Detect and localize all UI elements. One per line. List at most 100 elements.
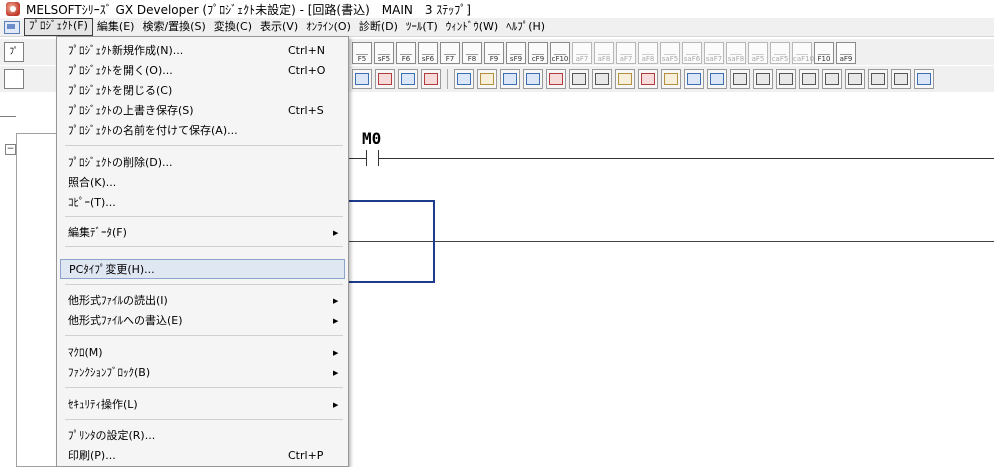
function-key-label: caF5: [771, 55, 789, 63]
menu-item-print[interactable]: 印刷(P)... Ctrl+P: [57, 446, 348, 466]
function-key-button[interactable]: sF9: [506, 42, 526, 64]
ladder-editor-area[interactable]: [348, 108, 994, 465]
function-key-button[interactable]: F7: [440, 42, 460, 64]
search-icon[interactable]: [822, 69, 842, 89]
menu-edit[interactable]: 編集(E): [93, 19, 139, 35]
step-next-icon[interactable]: [868, 69, 888, 89]
function-key-button[interactable]: aF8: [594, 42, 614, 64]
collapse-icon[interactable]: −: [5, 144, 16, 155]
buffer-icon[interactable]: [753, 69, 773, 89]
menu-view[interactable]: 表示(V): [256, 19, 302, 35]
function-key-label: F7: [445, 55, 455, 63]
menu-convert[interactable]: 変換(C): [210, 19, 256, 35]
monitor-stop-icon[interactable]: [546, 69, 566, 89]
title-bar: MELSOFTｼﾘｰｽﾞ GX Developer (ﾌﾟﾛｼﾞｪｸﾄ未設定) …: [0, 0, 994, 18]
function-key-button[interactable]: saF7: [704, 42, 724, 64]
function-key-button[interactable]: sF6: [418, 42, 438, 64]
menu-item-label: ﾌﾟﾛｼﾞｪｸﾄを開く(O)...: [68, 64, 173, 77]
monitor-start-icon[interactable]: [523, 69, 543, 89]
menu-window[interactable]: ｳｨﾝﾄﾞｳ(W): [442, 19, 502, 35]
function-key-button[interactable]: saF8: [726, 42, 746, 64]
app-icon[interactable]: [6, 2, 20, 16]
write-plc-icon[interactable]: [477, 69, 497, 89]
step-prev-icon[interactable]: [891, 69, 911, 89]
menu-item-macro[interactable]: ﾏｸﾛ(M) ▶: [57, 343, 348, 363]
function-key-button[interactable]: aF7: [572, 42, 592, 64]
function-key-button[interactable]: caF10: [792, 42, 814, 64]
menu-diagnostics[interactable]: 診断(D): [355, 19, 402, 35]
function-key-button[interactable]: F9: [484, 42, 504, 64]
function-key-button[interactable]: F8: [462, 42, 482, 64]
menu-item-label: ﾌﾟﾛｼﾞｪｸﾄを閉じる(C): [68, 84, 173, 97]
function-key-label: saF7: [705, 55, 723, 63]
ladder-symbol-icon: [598, 44, 610, 55]
menu-item-copy[interactable]: ｺﾋﾟｰ(T)...: [57, 193, 348, 213]
menu-item-save-project[interactable]: ﾌﾟﾛｼﾞｪｸﾄの上書き保存(S) Ctrl+S: [57, 101, 348, 121]
statement-icon[interactable]: [638, 69, 658, 89]
zoom-in-icon[interactable]: [352, 69, 372, 89]
menu-help[interactable]: ﾍﾙﾌﾟ(H): [502, 19, 549, 35]
function-key-button[interactable]: saF5: [660, 42, 680, 64]
menu-online[interactable]: ｵﾝﾗｲﾝ(O): [302, 19, 355, 35]
menu-item-open-project[interactable]: ﾌﾟﾛｼﾞｪｸﾄを開く(O)... Ctrl+O: [57, 61, 348, 81]
menu-item-read-other-format[interactable]: 他形式ﾌｧｲﾙの読出(I) ▶: [57, 291, 348, 311]
ladder-symbol-icon: [664, 44, 676, 55]
function-key-label: cF9: [531, 55, 545, 63]
project-combo[interactable]: ﾌﾟ: [4, 42, 24, 62]
menu-item-change-pc-type[interactable]: PCﾀｲﾌﾟ変更(H)...: [60, 259, 345, 279]
function-key-button[interactable]: saF6: [682, 42, 702, 64]
menu-find-replace[interactable]: 検索/置換(S): [138, 19, 209, 35]
ladder-icon[interactable]: [684, 69, 704, 89]
menu-item-security[interactable]: ｾｷｭﾘﾃｨ操作(L) ▶: [57, 395, 348, 415]
function-key-label: sF6: [421, 55, 435, 63]
project-tree-panel[interactable]: [16, 133, 60, 467]
menu-item-write-other-format[interactable]: 他形式ﾌｧｲﾙへの書込(E) ▶: [57, 311, 348, 331]
function-key-label: F10: [817, 55, 831, 63]
window-tile-icon[interactable]: [776, 69, 796, 89]
function-key-button[interactable]: aF7: [616, 42, 636, 64]
menu-item-function-block[interactable]: ﾌｧﾝｸｼｮﾝﾌﾞﾛｯｸ(B) ▶: [57, 363, 348, 383]
function-key-button[interactable]: F10: [814, 42, 834, 64]
ladder-symbol-icon: [708, 44, 720, 55]
function-key-button[interactable]: caF5: [770, 42, 790, 64]
function-key-button[interactable]: F5: [352, 42, 372, 64]
program-icon[interactable]: [592, 69, 612, 89]
menu-item-close-project[interactable]: ﾌﾟﾛｼﾞｪｸﾄを閉じる(C): [57, 81, 348, 101]
function-key-label: saF6: [683, 55, 701, 63]
menu-bar: ﾌﾟﾛｼﾞｪｸﾄ(F) 編集(E) 検索/置換(S) 変換(C) 表示(V) ｵ…: [0, 18, 994, 37]
menu-item-edit-data[interactable]: 編集ﾃﾞｰﾀ(F) ▶: [57, 223, 348, 243]
note-icon[interactable]: [661, 69, 681, 89]
device-search-icon[interactable]: [421, 69, 441, 89]
ladder-symbol-icon: [422, 44, 434, 55]
step-icon[interactable]: [845, 69, 865, 89]
function-key-button[interactable]: sF5: [374, 42, 394, 64]
menu-project[interactable]: ﾌﾟﾛｼﾞｪｸﾄ(F): [24, 18, 93, 36]
menu-tools[interactable]: ﾂｰﾙ(T): [402, 19, 442, 35]
menu-item-delete-project[interactable]: ﾌﾟﾛｼﾞｪｸﾄの削除(D)...: [57, 153, 348, 173]
comment-icon[interactable]: [615, 69, 635, 89]
window-icon[interactable]: [914, 69, 934, 89]
menu-item-save-as[interactable]: ﾌﾟﾛｼﾞｪｸﾄの名前を付けて保存(A)...: [57, 121, 348, 141]
parameter-icon[interactable]: [569, 69, 589, 89]
menu-item-label: ﾏｸﾛ(M): [68, 346, 103, 359]
list-icon[interactable]: [707, 69, 727, 89]
function-key-button[interactable]: F6: [396, 42, 416, 64]
menu-item-new-project[interactable]: ﾌﾟﾛｼﾞｪｸﾄ新規作成(N)... Ctrl+N: [57, 41, 348, 61]
function-key-button[interactable]: aF9: [836, 42, 856, 64]
function-key-button[interactable]: cF9: [528, 42, 548, 64]
function-key-button[interactable]: aF8: [638, 42, 658, 64]
window-cascade-icon[interactable]: [799, 69, 819, 89]
function-key-button[interactable]: cF10: [550, 42, 570, 64]
menu-separator: [65, 246, 343, 247]
function-key-button[interactable]: aF5: [748, 42, 768, 64]
menu-item-printer-setup[interactable]: ﾌﾟﾘﾝﾀの設定(R)...: [57, 426, 348, 446]
read-plc-icon[interactable]: [454, 69, 474, 89]
menu-item-verify[interactable]: 照合(K)...: [57, 173, 348, 193]
new-document-icon[interactable]: [4, 69, 24, 89]
monitor-icon[interactable]: [398, 69, 418, 89]
verify-icon[interactable]: [500, 69, 520, 89]
document-icon[interactable]: [4, 20, 20, 34]
diagnostic-icon[interactable]: [730, 69, 750, 89]
zoom-out-icon[interactable]: [375, 69, 395, 89]
ladder-cursor[interactable]: [346, 200, 435, 283]
